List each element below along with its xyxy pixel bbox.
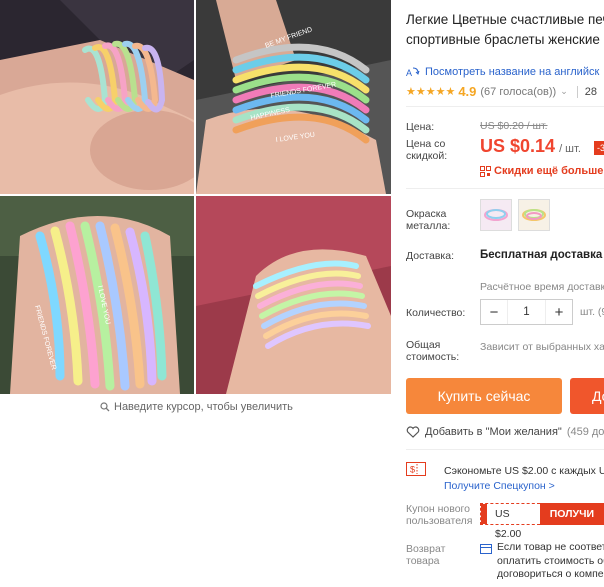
zoom-hint-text: Наведите курсор, чтобы увеличить: [114, 401, 293, 413]
translate-title-link[interactable]: A Посмотреть название на английск: [406, 66, 599, 78]
orders-count: 28: [584, 85, 598, 98]
add-to-wishlist[interactable]: Добавить в "Мои желания" (459 до: [406, 426, 604, 438]
more-discounts-link[interactable]: Скидки ещё больше в: [480, 165, 604, 177]
divider: [406, 449, 604, 450]
quantity-label: Количество:: [406, 307, 466, 319]
new-user-coupon-label: Купон нового пользователя: [406, 503, 473, 527]
color-swatch-2[interactable]: [518, 199, 550, 231]
translate-link-text: Посмотреть название на английск: [425, 66, 600, 78]
divider: [406, 188, 604, 189]
rating-votes[interactable]: (67 голоса(ов)): [480, 86, 556, 98]
svg-text:$: $: [410, 465, 415, 475]
return-line-2: оплатить стоимость об: [497, 554, 604, 567]
rating-row: ★★★★★ 4.9 (67 голоса(ов)) ⌄ 28: [406, 84, 597, 99]
magnifier-icon: [100, 402, 110, 412]
rating-value: 4.9: [458, 84, 477, 99]
heart-icon: [406, 426, 420, 438]
shipping-time: Расчётное время доставк: [480, 281, 604, 293]
divider: [406, 106, 604, 107]
price-label: Цена:: [406, 121, 435, 133]
return-policy-icon: [480, 544, 492, 554]
product-gallery: BE MY FRIEND FRIENDS FOREVER HAPPINESS I…: [0, 0, 391, 413]
get-new-user-coupon-button[interactable]: ПОЛУЧИ: [539, 503, 604, 525]
return-policy-text: Если товар не соответ оплатить стоимость…: [497, 541, 604, 582]
svg-text:A: A: [406, 68, 412, 78]
store-coupon-promo: $ Сэкономьте US $2.00 с каждых U Получит…: [406, 455, 604, 495]
product-photo-3[interactable]: FRIENDS FOREVER I LOVE YOU: [0, 196, 194, 394]
get-coupon-link[interactable]: Получите Спецкупон >: [444, 480, 555, 492]
product-photo-4[interactable]: [196, 196, 391, 394]
discount-price: US $0.14/ шт.: [480, 136, 581, 157]
price-unit: / шт.: [559, 143, 581, 155]
wishlist-count: (459 до: [566, 426, 604, 438]
quantity-decrease-button[interactable]: −: [481, 300, 507, 324]
total-label: Общая стоимость:: [406, 339, 460, 363]
add-to-cart-button[interactable]: До: [570, 378, 604, 414]
product-title: Легкие Цветные счастливые печ спортивные…: [406, 12, 604, 47]
store-coupon-text: Сэкономьте US $2.00 с каждых U: [444, 465, 604, 477]
new-user-coupon: US $2.00 ПОЛУЧИ: [480, 503, 604, 540]
return-line-1: Если товар не соответ: [497, 541, 604, 553]
discount-price-label: Цена со скидкой:: [406, 138, 448, 162]
shipping-label: Доставка:: [406, 250, 455, 262]
return-line-3: договориться о компе: [497, 568, 604, 580]
quantity-increase-button[interactable]: +: [546, 300, 572, 324]
quantity-input[interactable]: 1: [507, 300, 546, 324]
translate-icon: A: [406, 67, 420, 78]
quantity-stepper: − 1 +: [480, 299, 573, 325]
color-swatch-1[interactable]: [480, 199, 512, 231]
coupon-icon: $: [406, 462, 426, 476]
new-user-coupon-amount: US $2.00: [480, 503, 540, 540]
color-label: Окраска металла:: [406, 208, 451, 232]
more-discounts-text: Скидки ещё больше в: [494, 165, 604, 177]
total-value: Зависит от выбранных хар: [480, 341, 604, 353]
buy-now-button[interactable]: Купить сейчас: [406, 378, 562, 414]
return-label: Возврат товара: [406, 543, 446, 567]
divider: [576, 85, 578, 98]
product-info: Легкие Цветные счастливые печ спортивные…: [406, 0, 604, 587]
product-photo-1[interactable]: [0, 0, 194, 194]
shipping-value[interactable]: Бесплатная доставка в: [480, 249, 604, 261]
product-photo-2[interactable]: BE MY FRIEND FRIENDS FOREVER HAPPINESS I…: [196, 0, 391, 194]
wishlist-text: Добавить в "Мои желания": [425, 426, 562, 438]
quantity-unit: шт. (90: [580, 306, 604, 318]
discount-badge: -3: [594, 141, 604, 155]
zoom-hint: Наведите курсор, чтобы увеличить: [100, 401, 293, 413]
discount-price-value: US $0.14: [480, 136, 556, 156]
old-price: US $0.20 / шт.: [480, 120, 548, 132]
qr-code-icon: [480, 165, 491, 177]
rating-stars-icon[interactable]: ★★★★★: [406, 85, 455, 98]
chevron-down-icon[interactable]: ⌄: [560, 86, 568, 97]
